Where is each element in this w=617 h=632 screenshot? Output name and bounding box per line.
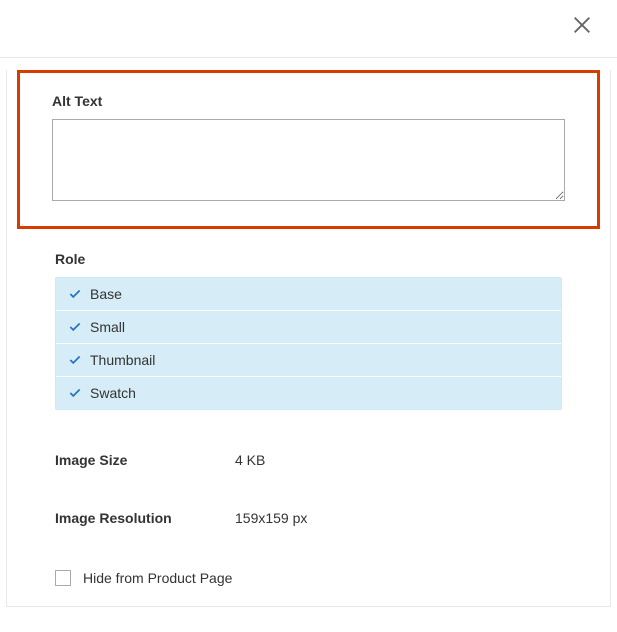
role-label: Role [55,251,562,267]
check-icon [68,320,82,334]
alt-text-label: Alt Text [52,93,565,109]
role-item-base[interactable]: Base [56,278,561,311]
role-item-label: Thumbnail [90,352,155,368]
check-icon [68,287,82,301]
check-icon [68,353,82,367]
alt-text-section-highlight: Alt Text [17,70,600,229]
role-item-label: Base [90,286,122,302]
image-resolution-value: 159x159 px [235,510,307,526]
hide-from-product-page-checkbox[interactable] [55,570,71,586]
hide-from-product-page-label[interactable]: Hide from Product Page [83,570,232,586]
dialog-content: Alt Text Role Base Small Thumbnai [6,70,611,607]
role-item-label: Swatch [90,385,136,401]
role-list: Base Small Thumbnail Swatch [55,277,562,410]
role-item-swatch[interactable]: Swatch [56,377,561,409]
image-resolution-label: Image Resolution [55,510,235,526]
image-size-value: 4 KB [235,452,265,468]
image-resolution-row: Image Resolution 159x159 px [7,510,610,526]
image-size-row: Image Size 4 KB [7,452,610,468]
hide-from-product-page-row: Hide from Product Page [7,570,610,586]
close-icon[interactable] [571,14,593,36]
role-item-thumbnail[interactable]: Thumbnail [56,344,561,377]
image-size-label: Image Size [55,452,235,468]
check-icon [68,386,82,400]
role-item-small[interactable]: Small [56,311,561,344]
role-section: Role Base Small Thumbnail [7,251,610,410]
role-item-label: Small [90,319,125,335]
dialog-header [0,0,617,58]
alt-text-input[interactable] [52,119,565,201]
